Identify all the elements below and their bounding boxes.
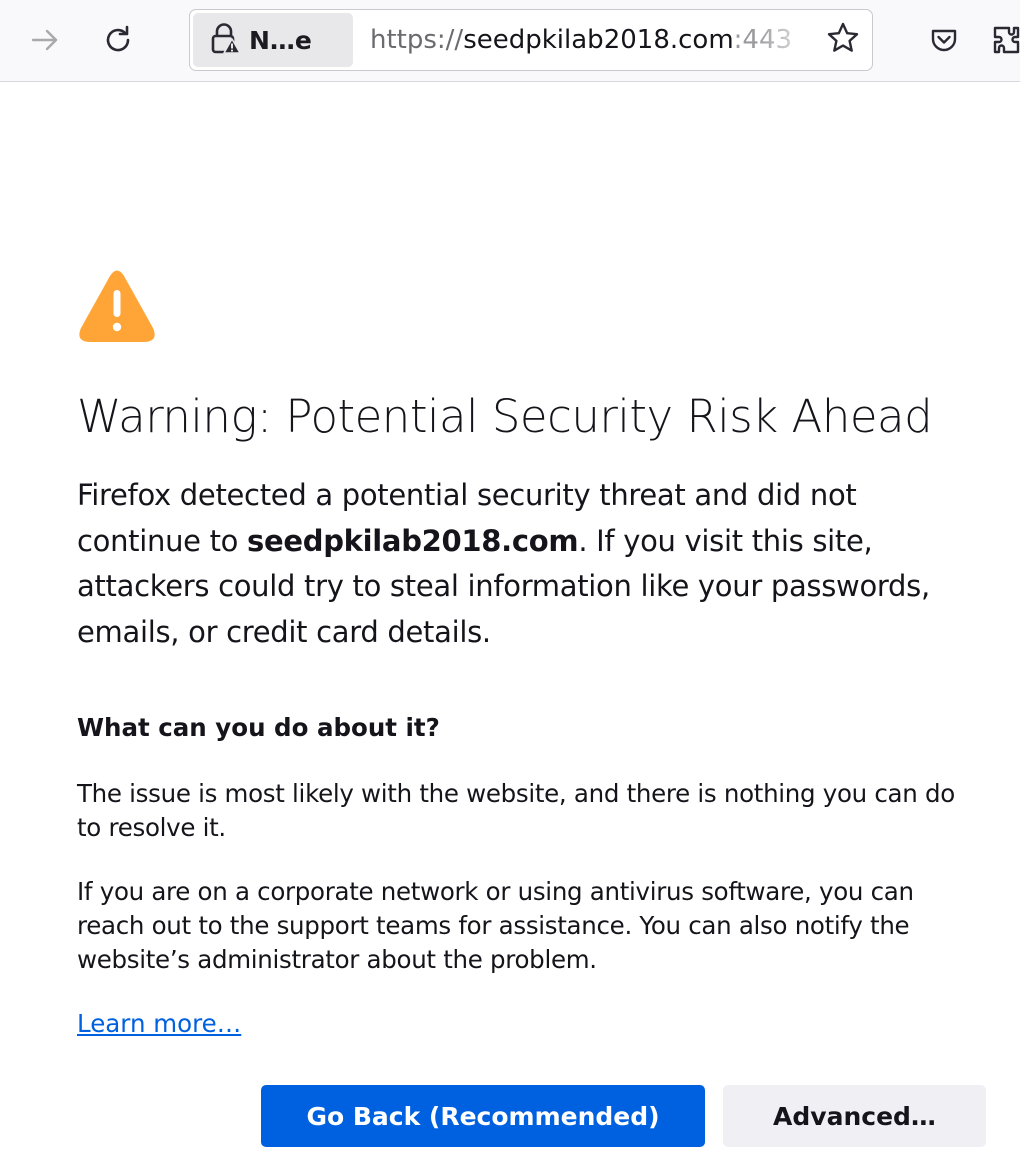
learn-more-link[interactable]: Learn more…: [77, 1007, 241, 1041]
url-bar[interactable]: N…e https://seedpkilab2018.com:443: [189, 9, 873, 71]
extensions-icon: [992, 24, 1020, 56]
reload-button[interactable]: [94, 16, 142, 64]
navigation-toolbar: N…e https://seedpkilab2018.com:443: [0, 0, 1020, 82]
url-host: seedpkilab2018.com: [463, 25, 734, 55]
pocket-button[interactable]: [920, 16, 968, 64]
reload-icon: [101, 23, 135, 57]
intro-paragraph: Firefox detected a potential security th…: [77, 473, 977, 655]
intro-host: seedpkilab2018.com: [247, 523, 579, 558]
forward-arrow-icon: [29, 24, 61, 56]
extensions-button[interactable]: [992, 16, 1020, 64]
page-title: Warning: Potential Security Risk Ahead: [77, 390, 933, 443]
url-port: :443: [733, 25, 793, 55]
insecure-lock-icon: [207, 21, 241, 59]
bookmark-star-button[interactable]: [820, 17, 866, 63]
url-scheme: https://: [370, 25, 464, 55]
url-text[interactable]: https://seedpkilab2018.com:443: [370, 10, 820, 70]
site-identity-button[interactable]: N…e: [193, 13, 353, 67]
go-back-button[interactable]: Go Back (Recommended): [261, 1085, 705, 1147]
what-can-you-do-heading: What can you do about it?: [77, 713, 440, 742]
pocket-icon: [928, 24, 960, 56]
issue-paragraph: The issue is most likely with the websit…: [77, 779, 955, 842]
identity-label: N…e: [249, 25, 312, 55]
forward-button[interactable]: [21, 16, 69, 64]
warning-triangle-icon: [77, 268, 157, 344]
advanced-button[interactable]: Advanced…: [723, 1085, 986, 1147]
corporate-network-paragraph: If you are on a corporate network or usi…: [77, 877, 914, 974]
star-icon: [826, 21, 860, 59]
